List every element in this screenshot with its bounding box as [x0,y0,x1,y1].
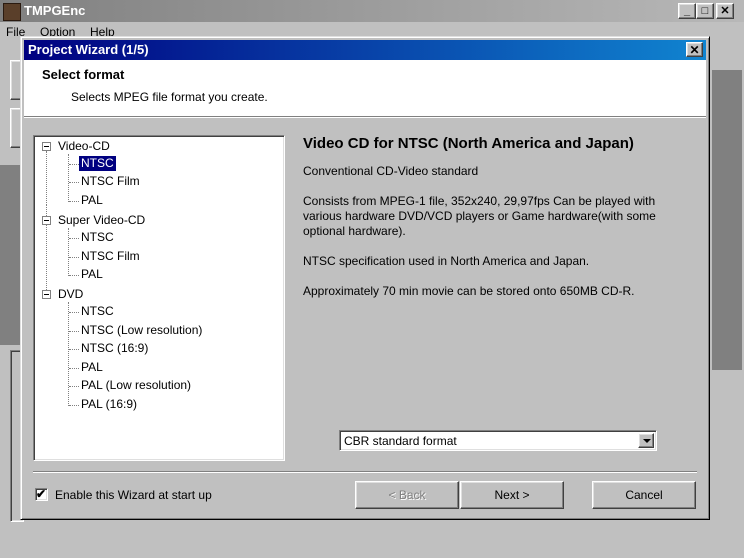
tree-line [69,331,79,332]
tree-line [69,386,79,387]
tree-item-dvd-ntsc-169[interactable]: NTSC (16:9) [79,341,150,356]
tree-line [68,302,69,406]
dialog-close-button[interactable]: ✕ [686,42,703,57]
footer-divider [33,471,697,473]
tree-item-dvd-pal[interactable]: PAL [79,360,105,375]
tree-line [69,201,79,202]
tree-line [46,151,47,205]
tree-line [69,164,79,165]
tmpgenc-app-icon [3,3,21,21]
tree-line [68,154,69,202]
tree-item-vcd-pal[interactable]: PAL [79,193,105,208]
wizard-header: Select format Selects MPEG file format y… [24,60,706,117]
header-divider [24,117,706,118]
chevron-down-icon [643,439,651,443]
tree-item-svcd-ntsc-film[interactable]: NTSC Film [79,249,142,264]
maximize-button[interactable]: □ [696,3,714,19]
collapse-icon[interactable] [42,142,51,151]
tree-item-dvd-pal-169[interactable]: PAL (16:9) [79,397,139,412]
project-wizard-dialog: Project Wizard (1/5) ✕ Select format Sel… [20,36,710,520]
format-description-line: Conventional CD-Video standard [303,164,479,178]
format-description-line: Consists from MPEG-1 file, 352x240, 29,9… [303,194,656,238]
app-titlebar: TMPGEnc _ □ ✕ [0,0,744,22]
tree-group-super-video-cd[interactable]: Super Video-CD [56,213,147,228]
background-preview-area [0,165,22,345]
header-subtitle: Selects MPEG file format you create. [71,90,268,104]
app-title: TMPGEnc [24,3,86,18]
tree-item-dvd-pal-low[interactable]: PAL (Low resolution) [79,378,193,393]
tree-line [69,349,79,350]
tree-line [69,182,79,183]
collapse-icon[interactable] [42,290,51,299]
tree-item-vcd-ntsc[interactable]: NTSC [78,155,117,172]
tree-line [69,368,79,369]
format-title: Video CD for NTSC (North America and Jap… [303,135,634,152]
minimize-button[interactable]: _ [678,3,696,19]
format-description-line: NTSC specification used in North America… [303,254,590,268]
tree-item-svcd-ntsc[interactable]: NTSC [79,230,116,245]
background-right-area [712,70,742,370]
checkmark-icon: ✔ [36,487,47,501]
rate-control-value: CBR standard format [344,434,457,448]
header-title: Select format [42,67,125,82]
tree-line [69,405,79,406]
tree-item-svcd-pal[interactable]: PAL [79,267,105,282]
dialog-titlebar[interactable]: Project Wizard (1/5) ✕ [24,40,706,60]
next-button[interactable]: Next > [460,481,564,509]
app-close-button[interactable]: ✕ [716,3,734,19]
tree-group-video-cd[interactable]: Video-CD [56,139,112,154]
tree-line [69,257,79,258]
dropdown-button[interactable] [638,433,654,448]
tree-group-dvd[interactable]: DVD [56,287,85,302]
format-description-line: Approximately 70 min movie can be stored… [303,284,635,298]
dialog-title: Project Wizard (1/5) [28,42,149,57]
cancel-button[interactable]: Cancel [592,481,696,509]
tree-item-dvd-ntsc-low[interactable]: NTSC (Low resolution) [79,323,204,338]
enable-wizard-label[interactable]: Enable this Wizard at start up [55,488,212,502]
rate-control-select[interactable]: CBR standard format [339,430,657,451]
tree-line [69,312,79,313]
enable-wizard-checkbox[interactable]: ✔ [35,487,48,501]
collapse-icon[interactable] [42,216,51,225]
format-tree[interactable]: Video-CD NTSC NTSC Film PAL Super Video-… [33,135,285,461]
tree-line [68,228,69,276]
tree-line [69,275,79,276]
tree-item-vcd-ntsc-film[interactable]: NTSC Film [79,174,142,189]
tree-item-dvd-ntsc[interactable]: NTSC [79,304,116,319]
tree-line [69,238,79,239]
back-button[interactable]: < Back [355,481,459,509]
